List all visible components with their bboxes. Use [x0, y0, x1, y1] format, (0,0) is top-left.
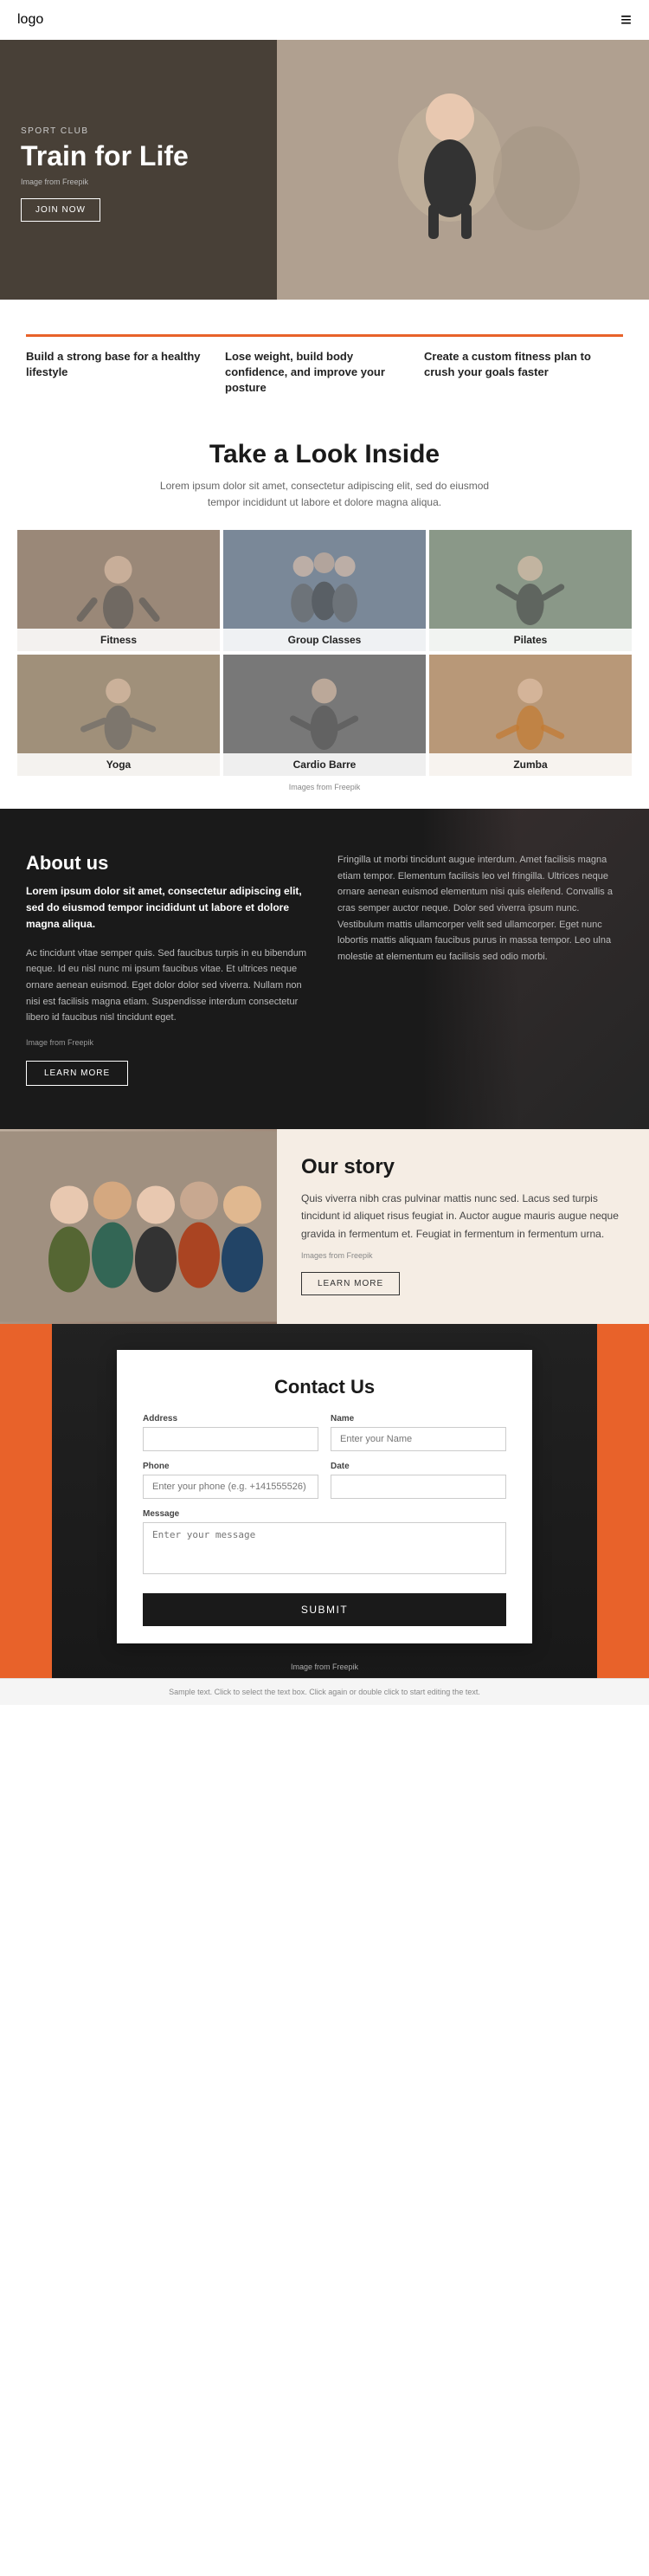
about-learn-more-button[interactable]: LEARN MORE	[26, 1061, 128, 1086]
gallery-image-credit: Images from Freepik	[17, 783, 632, 791]
contact-title: Contact Us	[143, 1376, 506, 1398]
name-field: Name	[331, 1414, 506, 1451]
date-field: Date	[331, 1462, 506, 1499]
story-text: Quis viverra nibh cras pulvinar mattis n…	[301, 1190, 625, 1243]
date-label: Date	[331, 1462, 506, 1471]
story-learn-more-button[interactable]: LEARN MORE	[301, 1272, 400, 1295]
story-image	[0, 1129, 277, 1324]
hero-overlay: SPORT CLUB Train for Life Image from Fre…	[0, 40, 277, 300]
gallery-label-group: Group Classes	[223, 629, 426, 651]
address-label: Address	[143, 1414, 318, 1424]
contact-row-2: Phone Date	[143, 1462, 506, 1499]
gallery-label-cardio: Cardio Barre	[223, 753, 426, 776]
about-right: Fringilla ut morbi tincidunt augue inter…	[337, 852, 623, 1086]
contact-card: Contact Us Address Name Phone Date M	[117, 1350, 532, 1643]
feature-text-3: Create a custom fitness plan to crush yo…	[424, 349, 606, 380]
about-title: About us	[26, 852, 312, 875]
story-section: Our story Quis viverra nibh cras pulvina…	[0, 1129, 649, 1324]
message-field: Message	[143, 1509, 506, 1574]
contact-row-3: Message	[143, 1509, 506, 1574]
submit-button[interactable]: SUBMIT	[143, 1593, 506, 1626]
nav-logo: logo	[17, 12, 43, 28]
hero-title: Train for Life	[21, 141, 256, 171]
about-body-text: Ac tincidunt vitae semper quis. Sed fauc…	[26, 946, 312, 1026]
gallery-cell-pilates[interactable]: Pilates	[429, 530, 632, 651]
date-input[interactable]	[331, 1475, 506, 1499]
navbar: logo ≡	[0, 0, 649, 40]
contact-row-1: Address Name	[143, 1414, 506, 1451]
hero-image-credit: Image from Freepik	[21, 178, 256, 186]
features-section: Build a strong base for a healthy lifest…	[0, 300, 649, 414]
gallery-label-zumba: Zumba	[429, 753, 632, 776]
gallery-cell-group[interactable]: Group Classes	[223, 530, 426, 651]
feature-item-2: Lose weight, build body confidence, and …	[225, 334, 424, 397]
name-label: Name	[331, 1414, 506, 1424]
feature-item-1: Build a strong base for a healthy lifest…	[26, 334, 225, 397]
gallery-cell-yoga[interactable]: Yoga	[17, 655, 220, 776]
about-bold-text: Lorem ipsum dolor sit amet, consectetur …	[26, 883, 312, 933]
message-label: Message	[143, 1509, 506, 1519]
gallery-subtitle: Lorem ipsum dolor sit amet, consectetur …	[151, 478, 498, 511]
about-image-credit: Image from Freepik	[26, 1038, 312, 1047]
join-now-button[interactable]: JOIN NOW	[21, 198, 100, 222]
about-left: About us Lorem ipsum dolor sit amet, con…	[26, 852, 312, 1086]
phone-field: Phone	[143, 1462, 318, 1499]
gallery-label-yoga: Yoga	[17, 753, 220, 776]
address-input[interactable]	[143, 1427, 318, 1451]
story-title: Our story	[301, 1155, 625, 1179]
contact-section: Contact Us Address Name Phone Date M	[0, 1324, 649, 1678]
footer: Sample text. Click to select the text bo…	[0, 1678, 649, 1705]
hero-sport-label: SPORT CLUB	[21, 126, 256, 136]
gallery-label-fitness: Fitness	[17, 629, 220, 651]
hero-image	[277, 40, 649, 300]
gallery-cell-fitness[interactable]: Fitness	[17, 530, 220, 651]
about-section: About us Lorem ipsum dolor sit amet, con…	[0, 809, 649, 1129]
feature-item-3: Create a custom fitness plan to crush yo…	[424, 334, 623, 397]
gallery-section: Take a Look Inside Lorem ipsum dolor sit…	[0, 414, 649, 809]
feature-text-2: Lose weight, build body confidence, and …	[225, 349, 407, 397]
footer-text: Sample text. Click to select the text bo…	[17, 1688, 632, 1696]
phone-input[interactable]	[143, 1475, 318, 1499]
gallery-cell-cardio[interactable]: Cardio Barre	[223, 655, 426, 776]
gallery-title: Take a Look Inside	[17, 440, 632, 469]
gallery-label-pilates: Pilates	[429, 629, 632, 651]
gallery-cell-zumba[interactable]: Zumba	[429, 655, 632, 776]
name-input[interactable]	[331, 1427, 506, 1451]
message-input[interactable]	[143, 1522, 506, 1574]
nav-hamburger[interactable]: ≡	[620, 9, 632, 31]
gallery-grid: Fitness Group Classes	[17, 530, 632, 776]
feature-text-1: Build a strong base for a healthy lifest…	[26, 349, 208, 380]
address-field: Address	[143, 1414, 318, 1451]
phone-label: Phone	[143, 1462, 318, 1471]
hero-section: SPORT CLUB Train for Life Image from Fre…	[0, 40, 649, 300]
contact-image-credit: Image from Freepik	[291, 1662, 358, 1671]
about-right-text: Fringilla ut morbi tincidunt augue inter…	[337, 852, 623, 965]
story-content: Our story Quis viverra nibh cras pulvina…	[277, 1129, 649, 1324]
story-image-credit: Images from Freepik	[301, 1251, 625, 1260]
